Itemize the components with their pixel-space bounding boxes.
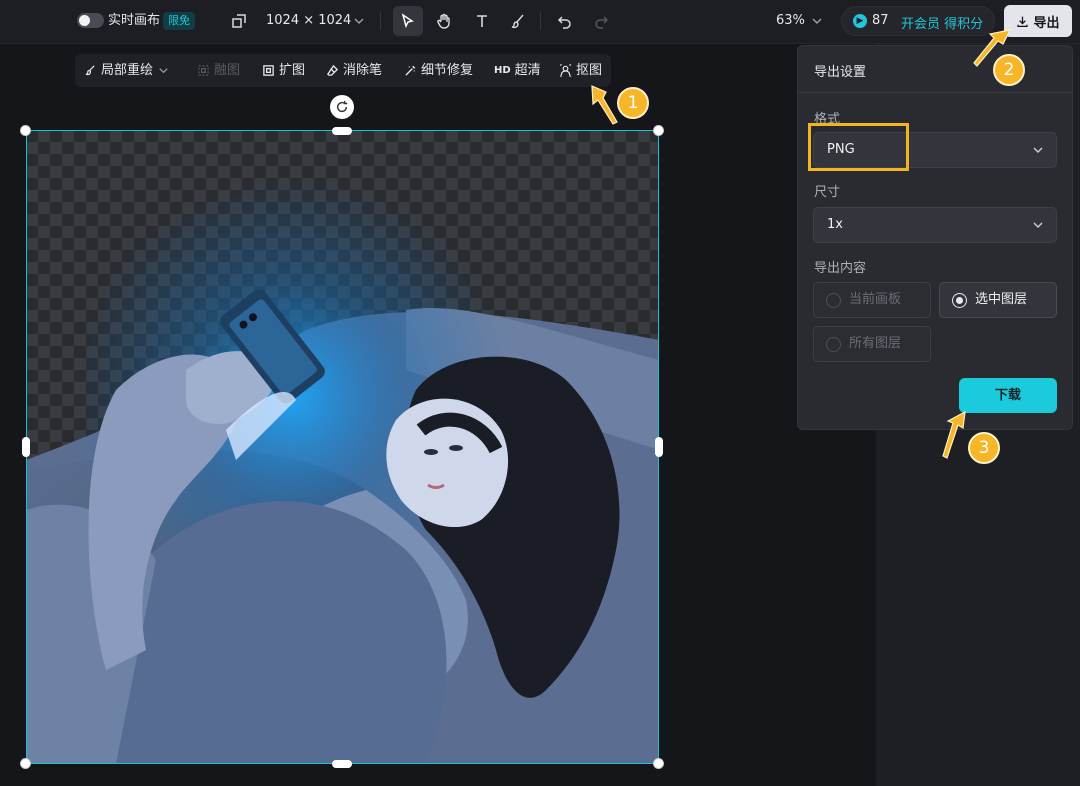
- option-label: 选中图层: [975, 292, 1028, 307]
- size-select[interactable]: 1x: [813, 207, 1057, 243]
- canvas-size[interactable]: 1024 × 1024: [266, 13, 351, 29]
- canvas-resize-icon[interactable]: [226, 8, 252, 34]
- zoom-chevron-icon[interactable]: [804, 8, 830, 34]
- hand-tool-icon[interactable]: [431, 8, 457, 34]
- chevron-down-icon: [1033, 147, 1043, 153]
- top-toolbar: 实时画布 限免 1024 × 1024 63% ▶ 87 开会员 得积分 导出: [0, 0, 1080, 44]
- divider: [380, 12, 381, 30]
- arrow-pointer-icon: [591, 85, 618, 125]
- matting-button[interactable]: 抠图: [559, 62, 602, 79]
- radio-icon: [826, 293, 841, 308]
- selection-box: [26, 130, 659, 764]
- eraser-label: 消除笔: [343, 63, 383, 78]
- credit-coin-icon: ▶: [853, 14, 867, 28]
- resize-handle-bottom-left[interactable]: [20, 758, 31, 769]
- rotate-handle-icon[interactable]: [330, 95, 354, 119]
- option-label: 当前画板: [849, 292, 902, 307]
- export-button[interactable]: 导出: [1004, 5, 1072, 37]
- eraser-button[interactable]: 消除笔: [326, 62, 382, 79]
- chevron-down-icon: [159, 68, 168, 74]
- brush-tool-icon[interactable]: [505, 8, 531, 34]
- inpaint-icon: [85, 65, 95, 76]
- blend-icon: [198, 65, 209, 76]
- chevron-down-icon[interactable]: [346, 8, 372, 34]
- blend-button[interactable]: 融图: [197, 62, 240, 79]
- undo-icon[interactable]: [552, 8, 578, 34]
- redo-icon[interactable]: [588, 8, 614, 34]
- download-button[interactable]: 下载: [959, 378, 1057, 413]
- membership-link[interactable]: 开会员 得积分: [901, 13, 983, 32]
- inpaint-button[interactable]: 局部重绘: [84, 62, 170, 79]
- hd-icon: HD: [494, 65, 511, 76]
- detail-fix-label: 细节修复: [421, 63, 474, 78]
- format-highlight-box: [808, 123, 909, 171]
- zoom-level[interactable]: 63%: [776, 13, 805, 29]
- option-current-artboard[interactable]: 当前画板: [813, 282, 931, 318]
- chevron-down-icon: [1033, 222, 1043, 228]
- detail-fix-button[interactable]: 细节修复: [404, 62, 473, 79]
- divider: [540, 12, 541, 30]
- export-label: 导出: [1033, 15, 1060, 31]
- credit-count: 87: [872, 13, 889, 28]
- step-badge-1: 1: [617, 87, 649, 119]
- export-content-label: 导出内容: [814, 261, 867, 276]
- option-label: 所有图层: [849, 336, 902, 351]
- magic-wand-icon: [405, 65, 416, 76]
- credits-pill[interactable]: ▶ 87 开会员 得积分: [841, 6, 995, 36]
- eraser-icon: [327, 64, 339, 76]
- inpaint-label: 局部重绘: [101, 63, 154, 78]
- divider: [798, 92, 1072, 93]
- realtime-canvas-label: 实时画布: [108, 13, 161, 28]
- resize-handle-right[interactable]: [655, 437, 663, 457]
- option-all-layers[interactable]: 所有图层: [813, 326, 931, 362]
- radio-icon: [826, 337, 841, 352]
- resize-handle-top[interactable]: [332, 127, 352, 135]
- limited-free-badge: 限免: [163, 12, 195, 30]
- expand-button[interactable]: 扩图: [262, 62, 305, 79]
- resize-handle-bottom[interactable]: [332, 760, 352, 768]
- hd-label: 超清: [514, 63, 541, 78]
- resize-handle-bottom-right[interactable]: [653, 758, 664, 769]
- select-tool-icon[interactable]: [393, 6, 423, 36]
- step-badge-3: 3: [968, 432, 1000, 464]
- size-label: 尺寸: [814, 185, 841, 200]
- text-tool-icon[interactable]: [469, 8, 495, 34]
- blend-label: 融图: [214, 63, 241, 78]
- download-icon: [1017, 16, 1029, 27]
- expand-icon: [263, 65, 274, 76]
- resize-handle-top-left[interactable]: [20, 125, 31, 136]
- step-badge-2: 2: [993, 54, 1025, 86]
- export-settings-panel: 导出设置 格式 PNG 尺寸 1x 导出内容 当前画板 选中图层 所有图层 下载: [797, 45, 1073, 430]
- expand-label: 扩图: [279, 63, 306, 78]
- resize-handle-left[interactable]: [22, 437, 30, 457]
- realtime-canvas-toggle[interactable]: [77, 13, 104, 28]
- resize-handle-top-right[interactable]: [653, 125, 664, 136]
- radio-checked-icon: [952, 293, 967, 308]
- hd-upscale-button[interactable]: HD 超清: [494, 62, 541, 79]
- cutout-icon: [559, 64, 572, 77]
- option-selected-layer[interactable]: 选中图层: [939, 282, 1057, 318]
- image-edit-toolbar: 局部重绘 融图 扩图 消除笔 细节修复 HD 超清 抠图: [75, 54, 611, 87]
- matting-label: 抠图: [576, 63, 603, 78]
- panel-title: 导出设置: [814, 65, 867, 80]
- size-value: 1x: [827, 217, 843, 232]
